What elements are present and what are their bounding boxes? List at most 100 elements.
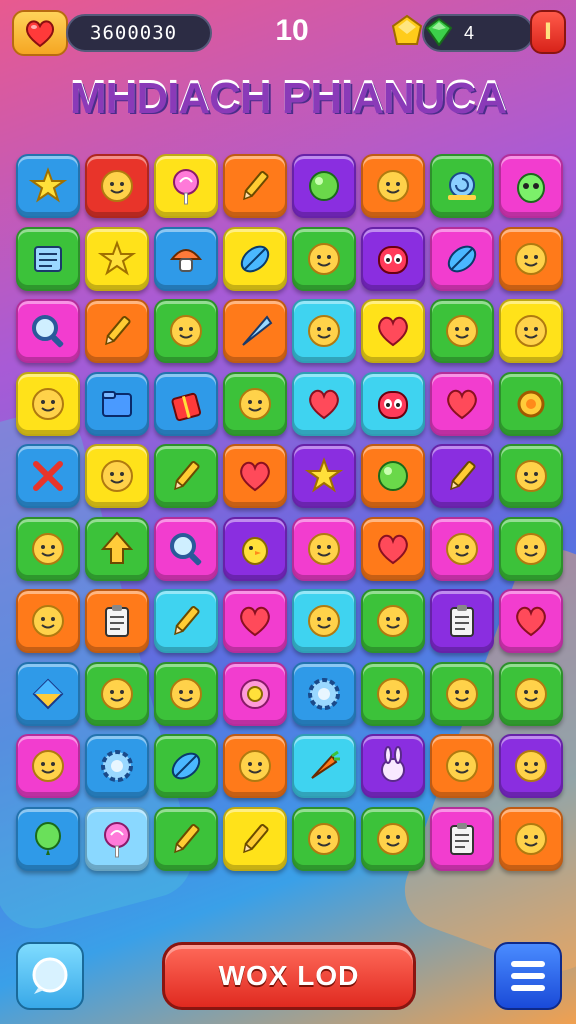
board-tile[interactable] — [154, 589, 218, 653]
board-tile[interactable] — [16, 154, 80, 218]
board-tile[interactable] — [292, 154, 356, 218]
ball-icon — [309, 171, 339, 201]
board-tile[interactable] — [361, 661, 425, 726]
board-tile[interactable] — [85, 734, 149, 798]
board-tile[interactable] — [292, 516, 356, 581]
board-tile[interactable] — [154, 806, 218, 871]
board-tile[interactable] — [223, 806, 287, 871]
board-tile[interactable] — [16, 589, 80, 653]
board-tile[interactable] — [223, 226, 287, 291]
bubble-icon[interactable] — [16, 942, 84, 1010]
face-icon — [170, 677, 202, 710]
board-tile[interactable] — [292, 734, 356, 798]
board-tile[interactable] — [85, 516, 149, 581]
board-tile[interactable] — [16, 299, 80, 363]
board-tile[interactable] — [16, 444, 80, 508]
board-tile[interactable] — [361, 371, 425, 436]
board-tile[interactable] — [361, 806, 425, 871]
leaf-icon — [240, 245, 270, 272]
cone-icon — [242, 315, 273, 346]
board-tile[interactable] — [430, 371, 494, 436]
board-tile[interactable] — [16, 516, 80, 581]
board-tile[interactable] — [85, 299, 149, 363]
board-tile[interactable] — [16, 806, 80, 871]
board-tile[interactable] — [430, 444, 494, 508]
board-tile[interactable] — [499, 734, 563, 798]
board-tile[interactable] — [361, 516, 425, 581]
board-tile[interactable] — [292, 806, 356, 871]
board-tile[interactable] — [16, 226, 80, 291]
board-tile[interactable] — [223, 154, 287, 218]
face-icon — [446, 532, 478, 565]
board-tile[interactable] — [16, 734, 80, 798]
board-tile[interactable] — [223, 589, 287, 653]
face-icon — [32, 532, 64, 565]
board-tile[interactable] — [16, 661, 80, 726]
ball-icon — [378, 461, 408, 491]
board-tile[interactable] — [292, 444, 356, 508]
face-icon — [377, 605, 409, 637]
board-tile[interactable] — [292, 299, 356, 363]
board-tile[interactable] — [430, 226, 494, 291]
board-tile[interactable] — [430, 589, 494, 653]
board-tile[interactable] — [292, 661, 356, 726]
board-tile[interactable] — [223, 371, 287, 436]
board-tile[interactable] — [16, 371, 80, 436]
level-number: 10 — [275, 14, 309, 47]
board-tile[interactable] — [154, 661, 218, 726]
board-tile[interactable] — [85, 444, 149, 508]
board-tile[interactable] — [85, 154, 149, 218]
board-tile[interactable] — [430, 299, 494, 363]
board-tile[interactable] — [499, 444, 563, 508]
play-button[interactable]: WOX LOD — [162, 942, 416, 1010]
board-tile[interactable] — [223, 661, 287, 726]
board-tile[interactable] — [85, 806, 149, 871]
close-button[interactable]: I — [530, 10, 566, 54]
board-tile[interactable] — [361, 444, 425, 508]
board-tile[interactable] — [430, 154, 494, 218]
board-tile[interactable] — [223, 516, 287, 581]
board-tile[interactable] — [85, 371, 149, 436]
heart-icon[interactable] — [12, 10, 68, 56]
board-tile[interactable] — [499, 226, 563, 291]
board-tile[interactable] — [499, 661, 563, 726]
board-tile[interactable] — [361, 154, 425, 218]
mushroom-icon — [169, 248, 203, 272]
bunny-icon — [381, 746, 405, 782]
board-tile[interactable] — [430, 734, 494, 798]
board-tile[interactable] — [430, 806, 494, 871]
board-tile[interactable] — [292, 371, 356, 436]
board-tile[interactable] — [154, 154, 218, 218]
board-tile[interactable] — [154, 371, 218, 436]
board-tile[interactable] — [154, 299, 218, 363]
board-tile[interactable] — [223, 444, 287, 508]
menu-icon[interactable] — [494, 942, 562, 1010]
board-tile[interactable] — [85, 589, 149, 653]
board-tile[interactable] — [499, 806, 563, 871]
heart-icon — [447, 389, 477, 419]
board-tile[interactable] — [85, 661, 149, 726]
board-tile[interactable] — [499, 299, 563, 363]
board-tile[interactable] — [361, 226, 425, 291]
board-tile[interactable] — [292, 589, 356, 653]
board-tile[interactable] — [430, 516, 494, 581]
board-tile[interactable] — [361, 589, 425, 653]
board-tile[interactable] — [154, 226, 218, 291]
gold-gem-icon — [391, 14, 423, 45]
board-tile[interactable] — [154, 444, 218, 508]
board-tile[interactable] — [361, 299, 425, 363]
game-board — [16, 154, 563, 871]
board-tile[interactable] — [499, 371, 563, 436]
board-tile[interactable] — [430, 661, 494, 726]
board-tile[interactable] — [292, 226, 356, 291]
board-tile[interactable] — [154, 516, 218, 581]
face-icon — [515, 750, 547, 782]
board-tile[interactable] — [223, 734, 287, 798]
board-tile[interactable] — [223, 299, 287, 363]
board-tile[interactable] — [499, 589, 563, 653]
board-tile[interactable] — [361, 734, 425, 798]
board-tile[interactable] — [154, 734, 218, 798]
board-tile[interactable] — [499, 516, 563, 581]
board-tile[interactable] — [85, 226, 149, 291]
board-tile[interactable] — [499, 154, 563, 218]
